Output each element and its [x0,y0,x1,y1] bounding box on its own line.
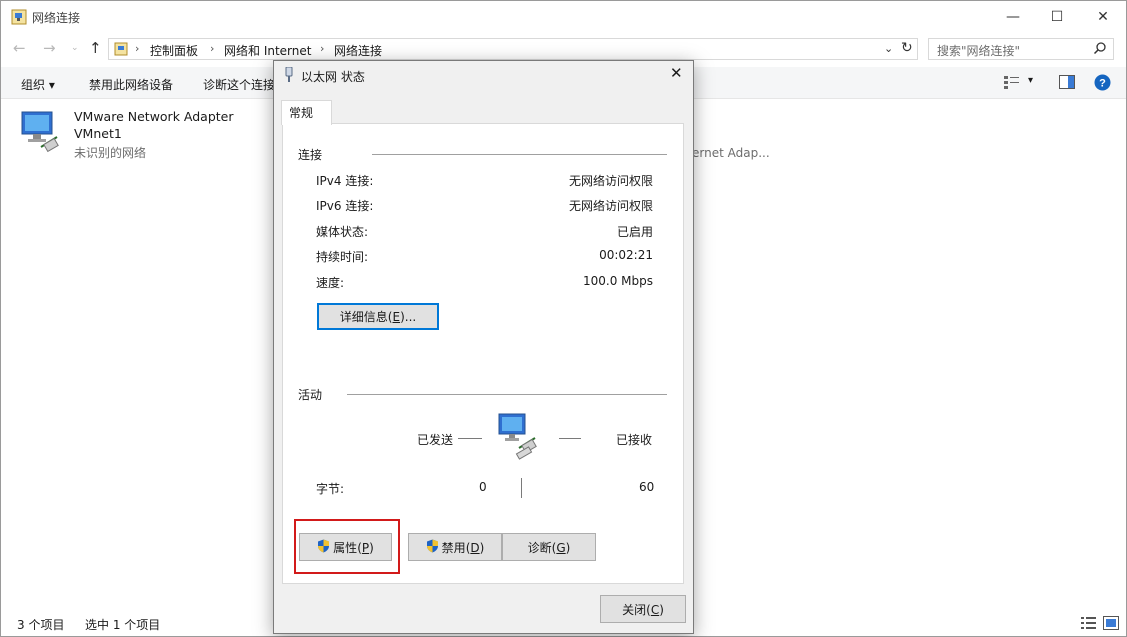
view-dropdown-chevron-icon[interactable]: ▾ [1028,75,1033,86]
highlight-box [294,519,400,574]
item-count: 3 个项目 [17,618,65,632]
ipv6-label: IPv6 连接: [316,199,374,213]
speed-value: 100.0 Mbps [582,274,653,288]
network-adapter-icon [19,109,67,160]
disable-button[interactable]: 禁用(D) [408,533,502,561]
ipv6-value: 无网络访问权限 [568,199,653,213]
organize-menu[interactable]: 组织 ▾ [21,76,55,93]
selected-count: 选中 1 个项目 [85,618,161,632]
ipv4-label: IPv4 连接: [316,174,374,188]
bytes-received-value: 60 [639,480,655,494]
diagnose-button[interactable]: 诊断(G) [502,533,596,561]
network-activity-icon [497,412,547,463]
connection-group-label: 连接 [298,146,327,163]
ipv4-value: 无网络访问权限 [568,174,653,188]
item-name: VMware Network Adapter [74,109,234,124]
help-icon[interactable]: ? [1094,74,1111,94]
connection-divider [372,154,667,155]
list-item[interactable]: VMware Network Adapter VMnet1 未识别的网络 [19,109,269,160]
details-button[interactable]: 详细信息(E)... [317,303,439,330]
shield-icon [426,539,439,556]
minimize-button[interactable]: — [990,1,1036,33]
breadcrumb-network-internet[interactable]: 网络和 Internet [224,42,311,59]
dialog-close-x-icon[interactable]: ✕ [670,64,683,82]
received-line [559,438,581,439]
item-status: 未识别的网络 [74,146,147,160]
activity-divider [347,394,667,395]
network-connections-icon [11,9,27,25]
media-state-value: 已启用 [616,225,653,239]
control-panel-icon [113,41,129,60]
dialog-title: 以太网 状态 [301,70,365,84]
search-icon[interactable] [1093,41,1107,58]
activity-group-label: 活动 [298,386,327,403]
refresh-icon[interactable]: ↻ [901,40,913,56]
close-button[interactable]: 关闭(C) [600,595,686,623]
tab-panel: 连接 IPv4 连接: 无网络访问权限 IPv6 连接: 无网络访问权限 媒体状… [282,123,684,584]
ethernet-adapter-icon [283,66,295,86]
diagnose-connection-button[interactable]: 诊断这个连接 [203,76,275,93]
maximize-button[interactable]: ☐ [1034,1,1080,33]
duration-value: 00:02:21 [599,248,653,262]
disable-device-button[interactable]: 禁用此网络设备 [89,76,173,93]
duration-label: 持续时间: [316,250,369,264]
bytes-divider [521,478,522,498]
address-dropdown-chevron-icon[interactable]: ⌄ [884,42,893,55]
media-state-label: 媒体状态: [316,225,369,239]
item-name-line2: VMnet1 [74,126,122,141]
search-placeholder: 搜索"网络连接" [937,44,1021,58]
breadcrumb-control-panel[interactable]: 控制面板 [150,42,198,59]
sent-line [458,438,482,439]
breadcrumb-network-connections[interactable]: 网络连接 [334,42,382,59]
forward-arrow-icon[interactable]: → [43,39,56,57]
svg-text:?: ? [1099,78,1106,90]
preview-pane-icon[interactable] [1059,75,1075,92]
address-bar[interactable]: › 控制面板 › 网络和 Internet › 网络连接 ⌄ ↻ [108,38,918,60]
search-input[interactable]: 搜索"网络连接" [928,38,1114,60]
received-label: 已接收 [616,433,653,447]
speed-label: 速度: [316,276,345,290]
view-options-icon[interactable] [1004,75,1020,92]
close-window-button[interactable]: ✕ [1080,1,1126,33]
up-arrow-icon[interactable]: ↑ [89,39,102,57]
partial-item-text: ernet Adap... [692,146,770,160]
tab-general[interactable]: 常规 [281,100,332,125]
details-view-icon[interactable] [1081,616,1097,633]
back-arrow-icon[interactable]: ← [13,39,26,57]
large-icons-view-icon[interactable] [1103,616,1119,633]
recent-locations-chevron-icon[interactable]: ⌄ [71,43,79,53]
bytes-sent-value: 0 [479,480,487,494]
title-bar: 网络连接 — ☐ ✕ [1,1,1126,33]
window-title: 网络连接 [32,11,81,25]
sent-label: 已发送 [417,433,454,447]
bytes-label: 字节: [316,482,345,496]
